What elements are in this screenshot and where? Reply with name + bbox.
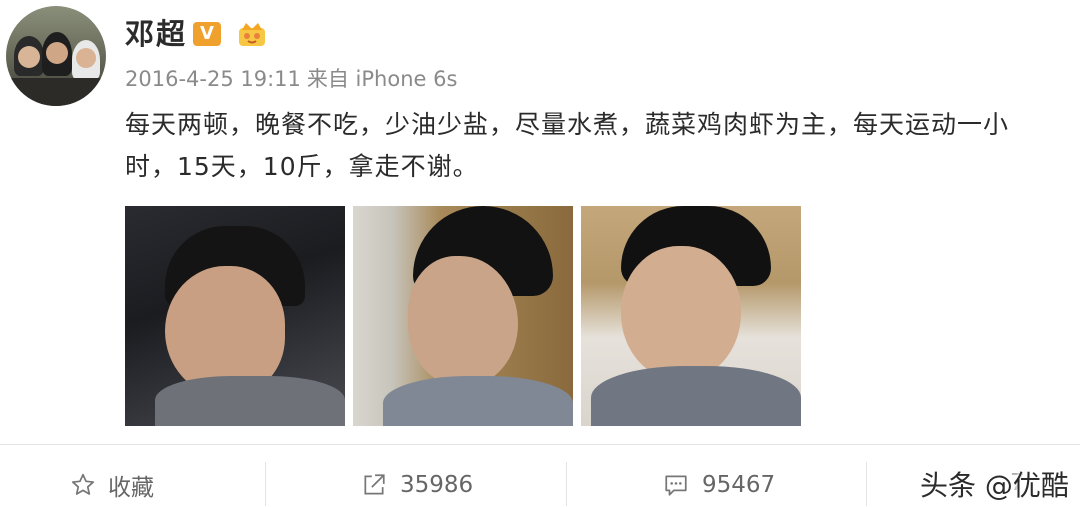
avatar[interactable] bbox=[6, 6, 106, 106]
action-separator bbox=[866, 462, 867, 506]
favorite-label: 收藏 bbox=[108, 475, 154, 501]
action-separator bbox=[265, 462, 266, 506]
post-meta: 2016-4-25 19:11 来自 iPhone 6s bbox=[125, 64, 457, 94]
author-name[interactable]: 邓超 bbox=[125, 14, 187, 54]
photo-2[interactable] bbox=[353, 206, 573, 426]
comment-count: 95467 bbox=[702, 472, 776, 498]
post-text: 每天两顿，晚餐不吃，少油少盐，尽量水煮，蔬菜鸡肉虾为主，每天运动一小时，15天，… bbox=[125, 110, 1010, 181]
share-count: 35986 bbox=[400, 472, 474, 498]
favorite-button[interactable]: 收藏 bbox=[70, 467, 154, 503]
share-icon bbox=[364, 474, 385, 495]
divider bbox=[0, 444, 1080, 445]
photo-1[interactable] bbox=[125, 206, 345, 426]
star-icon bbox=[71, 473, 95, 495]
photo-3[interactable] bbox=[581, 206, 801, 426]
weibo-post: 邓超 V 2016-4-25 19:11 来自 iPhone 6s 每天两顿，晚餐… bbox=[0, 0, 1080, 507]
comment-button[interactable]: 95467 bbox=[662, 467, 775, 503]
comment-icon bbox=[665, 475, 687, 496]
verified-badge-icon: V bbox=[193, 22, 221, 46]
share-button[interactable]: 35986 bbox=[360, 467, 473, 503]
post-source: 来自 iPhone 6s bbox=[306, 67, 458, 91]
post-timestamp[interactable]: 2016-4-25 19:11 bbox=[125, 67, 301, 91]
watermark: 头条 @优酷 bbox=[920, 469, 1069, 502]
action-separator bbox=[566, 462, 567, 506]
crown-badge-icon bbox=[239, 23, 265, 46]
